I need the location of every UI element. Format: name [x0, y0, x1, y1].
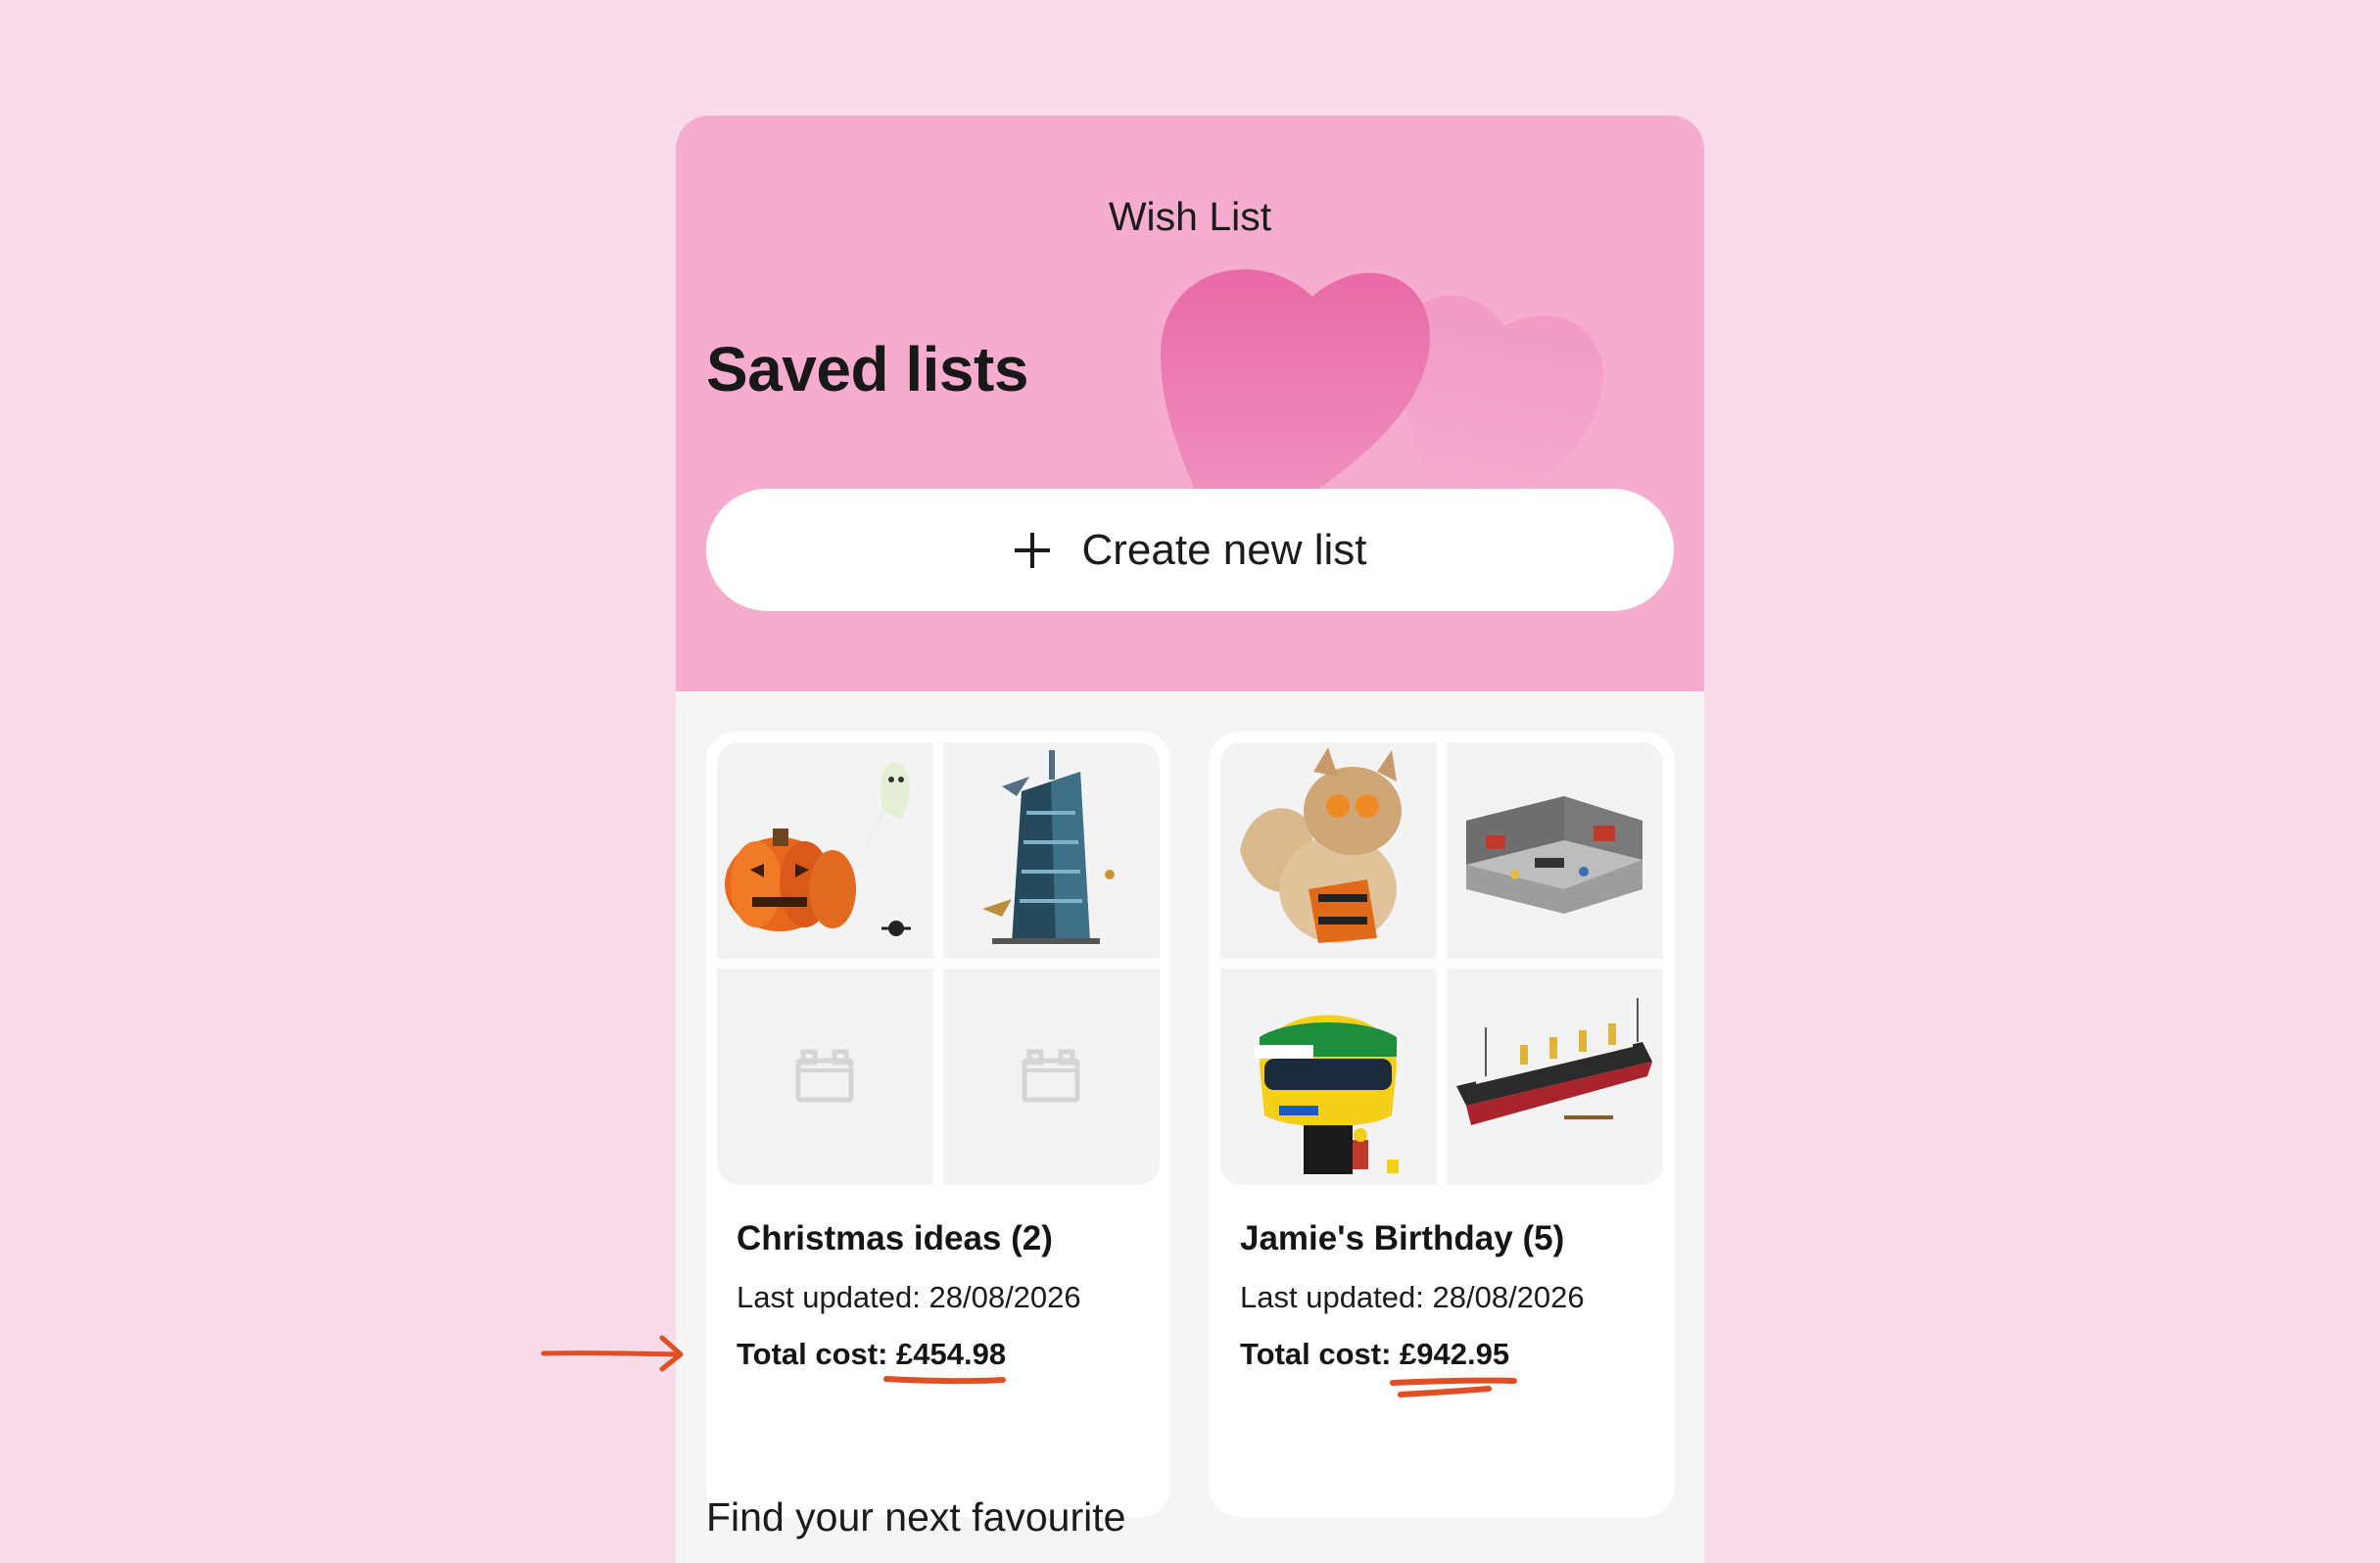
total-cost-label: Total cost:: [737, 1337, 897, 1371]
placeholder-brick-icon: [717, 969, 933, 1185]
ship-set-image: [1447, 969, 1663, 1185]
pumpkin-set-image: [717, 742, 933, 959]
wish-list-card-christmas-ideas[interactable]: Christmas ideas (2) Last updated: 28/08/…: [706, 732, 1170, 1517]
list-name: Jamie's Birthday (5): [1240, 1219, 1565, 1257]
total-cost-label: Total cost:: [1240, 1337, 1401, 1371]
create-new-list-button[interactable]: Create new list: [706, 489, 1674, 611]
creature-set-image: [1220, 742, 1437, 959]
total-cost-value: £454.98: [896, 1337, 1007, 1371]
find-next-favourite-heading: Find your next favourite: [706, 1494, 1126, 1539]
list-last-updated: Last updated: 28/08/2026: [1240, 1280, 1585, 1314]
thumbnail-grid: [717, 742, 1160, 1185]
list-last-updated: Last updated: 28/08/2026: [737, 1280, 1081, 1314]
wish-list-screen: Wish List Saved lists Create new list Ch…: [676, 116, 1704, 1563]
list-total-cost: Total cost: £454.98: [737, 1337, 1006, 1372]
header-title: Wish List: [1108, 194, 1272, 239]
wish-list-card-jamies-birthday[interactable]: Jamie's Birthday (5) Last updated: 28/08…: [1210, 732, 1674, 1517]
tower-set-image: [943, 742, 1160, 959]
list-name: Christmas ideas (2): [737, 1219, 1053, 1257]
create-new-list-label: Create new list: [1081, 525, 1367, 574]
placeholder-brick-icon: [943, 969, 1160, 1185]
list-total-cost: Total cost: £942.95: [1240, 1337, 1509, 1372]
room-set-image: [1447, 742, 1663, 959]
annotation-arrow-icon: [541, 1335, 684, 1372]
thumbnail-grid: [1220, 742, 1663, 1185]
plus-icon: [1015, 532, 1051, 568]
wish-list-header: Wish List Saved lists Create new list: [676, 116, 1704, 691]
total-cost-value: £942.95: [1400, 1337, 1510, 1371]
helmet-set-image: [1220, 969, 1437, 1185]
page-title: Saved lists: [706, 334, 1028, 404]
